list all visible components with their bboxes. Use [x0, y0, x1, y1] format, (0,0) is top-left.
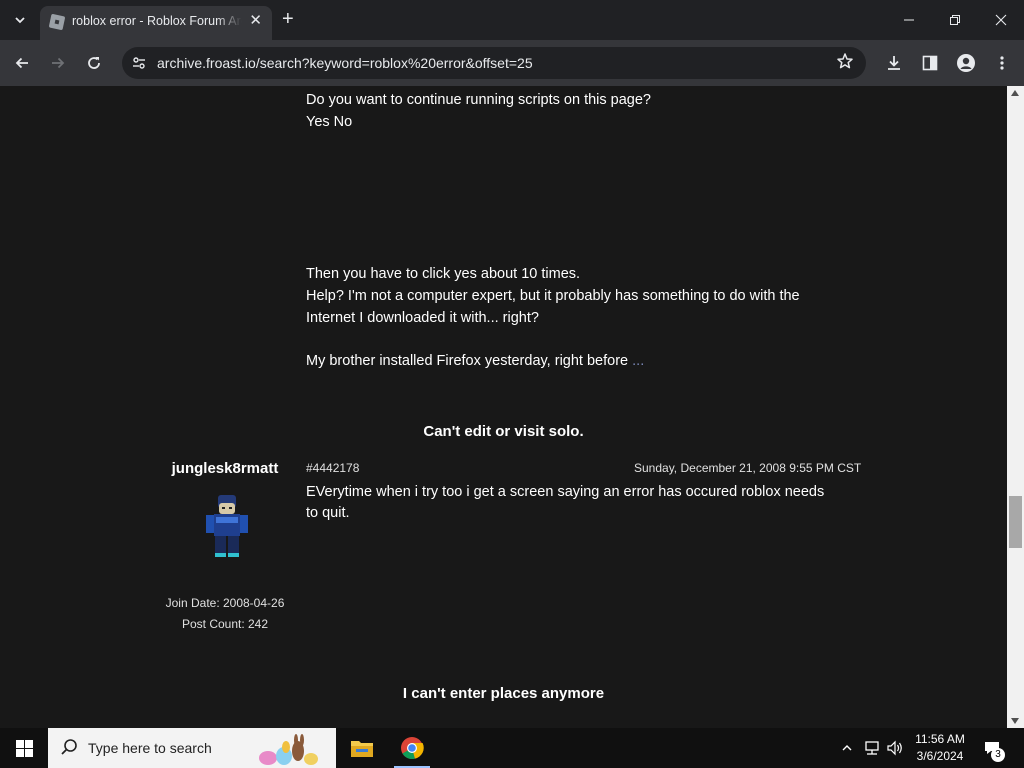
post-id[interactable]: #4442178	[306, 461, 359, 475]
chrome-icon	[401, 737, 424, 760]
roblox-favicon-icon	[48, 13, 66, 31]
search-icon	[61, 739, 77, 755]
thread-title[interactable]: I can't enter places anymore	[0, 685, 1007, 702]
restore-icon	[950, 15, 960, 25]
page-content: Do you want to continue running scripts …	[0, 86, 1007, 728]
user-avatar	[206, 495, 248, 557]
side-panel-icon	[922, 55, 938, 71]
taskbar-search-box[interactable]: Type here to search	[48, 728, 336, 768]
browser-toolbar: archive.froast.io/search?keyword=roblox%…	[0, 40, 1024, 86]
site-info-icon[interactable]	[130, 54, 148, 72]
profile-button[interactable]	[954, 51, 978, 75]
close-window-button[interactable]	[978, 0, 1024, 40]
system-clock[interactable]: 11:56 AM 3/6/2024	[905, 731, 975, 765]
profile-icon	[957, 54, 975, 72]
back-button[interactable]	[10, 51, 34, 75]
forward-button[interactable]	[46, 51, 70, 75]
notification-count-badge: 3	[991, 748, 1005, 762]
reload-button[interactable]	[82, 51, 106, 75]
bookmark-star-icon[interactable]	[836, 52, 854, 75]
post-line: Help? I'm not a computer expert, but it …	[306, 288, 800, 304]
address-bar[interactable]: archive.froast.io/search?keyword=roblox%…	[122, 47, 866, 79]
windows-taskbar: Type here to search 11:56 AM 3/6/2024 3	[0, 728, 1024, 768]
chevron-up-icon	[842, 745, 852, 751]
post-date: Sunday, December 21, 2008 9:55 PM CST	[634, 461, 862, 475]
browser-tab[interactable]: roblox error - Roblox Forum Archive ✕	[40, 6, 272, 40]
arrow-right-icon	[52, 57, 65, 69]
windows-logo-icon	[15, 739, 33, 757]
start-button[interactable]	[0, 728, 48, 768]
url-text: archive.froast.io/search?keyword=roblox%…	[157, 55, 533, 71]
post-body-line: to quit.	[306, 505, 350, 521]
join-date: Join Date: 2008-04-26	[165, 596, 285, 610]
side-panel-button[interactable]	[918, 51, 942, 75]
tab-title: roblox error - Roblox Forum Archive	[72, 14, 242, 28]
tab-strip: roblox error - Roblox Forum Archive ✕ +	[0, 0, 1024, 40]
network-icon	[865, 741, 879, 755]
clock-time: 11:56 AM	[915, 732, 965, 746]
network-button[interactable]	[860, 728, 884, 768]
post-line: Do you want to continue running scripts …	[306, 92, 651, 108]
arrow-left-icon	[15, 57, 28, 69]
vertical-scrollbar[interactable]	[1007, 86, 1024, 728]
restore-button[interactable]	[932, 0, 978, 40]
more-vert-icon	[1000, 56, 1004, 70]
tab-search-button[interactable]	[8, 8, 32, 32]
post-line-text: My brother installed Firefox yesterday, …	[306, 353, 629, 369]
post-line: Yes No	[306, 114, 353, 130]
close-tab-icon[interactable]: ✕	[249, 13, 262, 29]
author-name[interactable]: junglesk8rmatt	[125, 460, 325, 477]
download-icon	[888, 56, 900, 70]
chevron-down-icon	[15, 17, 25, 24]
chrome-taskbar-button[interactable]	[388, 728, 436, 768]
reload-icon	[88, 57, 100, 69]
read-more-link[interactable]: ...	[632, 353, 644, 369]
close-icon	[995, 14, 1007, 26]
volume-button[interactable]	[884, 728, 906, 768]
easter-eggs-icon	[259, 734, 318, 765]
post-count: Post Count: 242	[181, 617, 269, 631]
show-hidden-icons-button[interactable]	[836, 728, 858, 768]
folder-icon	[351, 741, 373, 757]
clock-date: 3/6/2024	[916, 749, 964, 763]
file-explorer-button[interactable]	[338, 728, 386, 768]
minimize-icon	[904, 19, 914, 21]
post-line-truncated: My brother installed Firefox yesterday, …	[306, 350, 644, 372]
scroll-down-arrow-icon[interactable]	[1011, 718, 1019, 724]
search-placeholder: Type here to search	[88, 740, 212, 756]
menu-button[interactable]	[990, 51, 1014, 75]
post-line: Internet I downloaded it with... right?	[306, 310, 539, 326]
scroll-up-arrow-icon[interactable]	[1011, 90, 1019, 96]
post-body-line: EVerytime when i try too i get a screen …	[306, 484, 825, 500]
post-line: Then you have to click yes about 10 time…	[306, 266, 581, 282]
new-tab-button[interactable]: +	[282, 9, 294, 29]
scroll-thumb[interactable]	[1009, 496, 1022, 548]
downloads-button[interactable]	[882, 51, 906, 75]
thread-title[interactable]: Can't edit or visit solo.	[0, 423, 1007, 440]
volume-icon	[887, 740, 902, 756]
minimize-button[interactable]	[886, 0, 932, 40]
